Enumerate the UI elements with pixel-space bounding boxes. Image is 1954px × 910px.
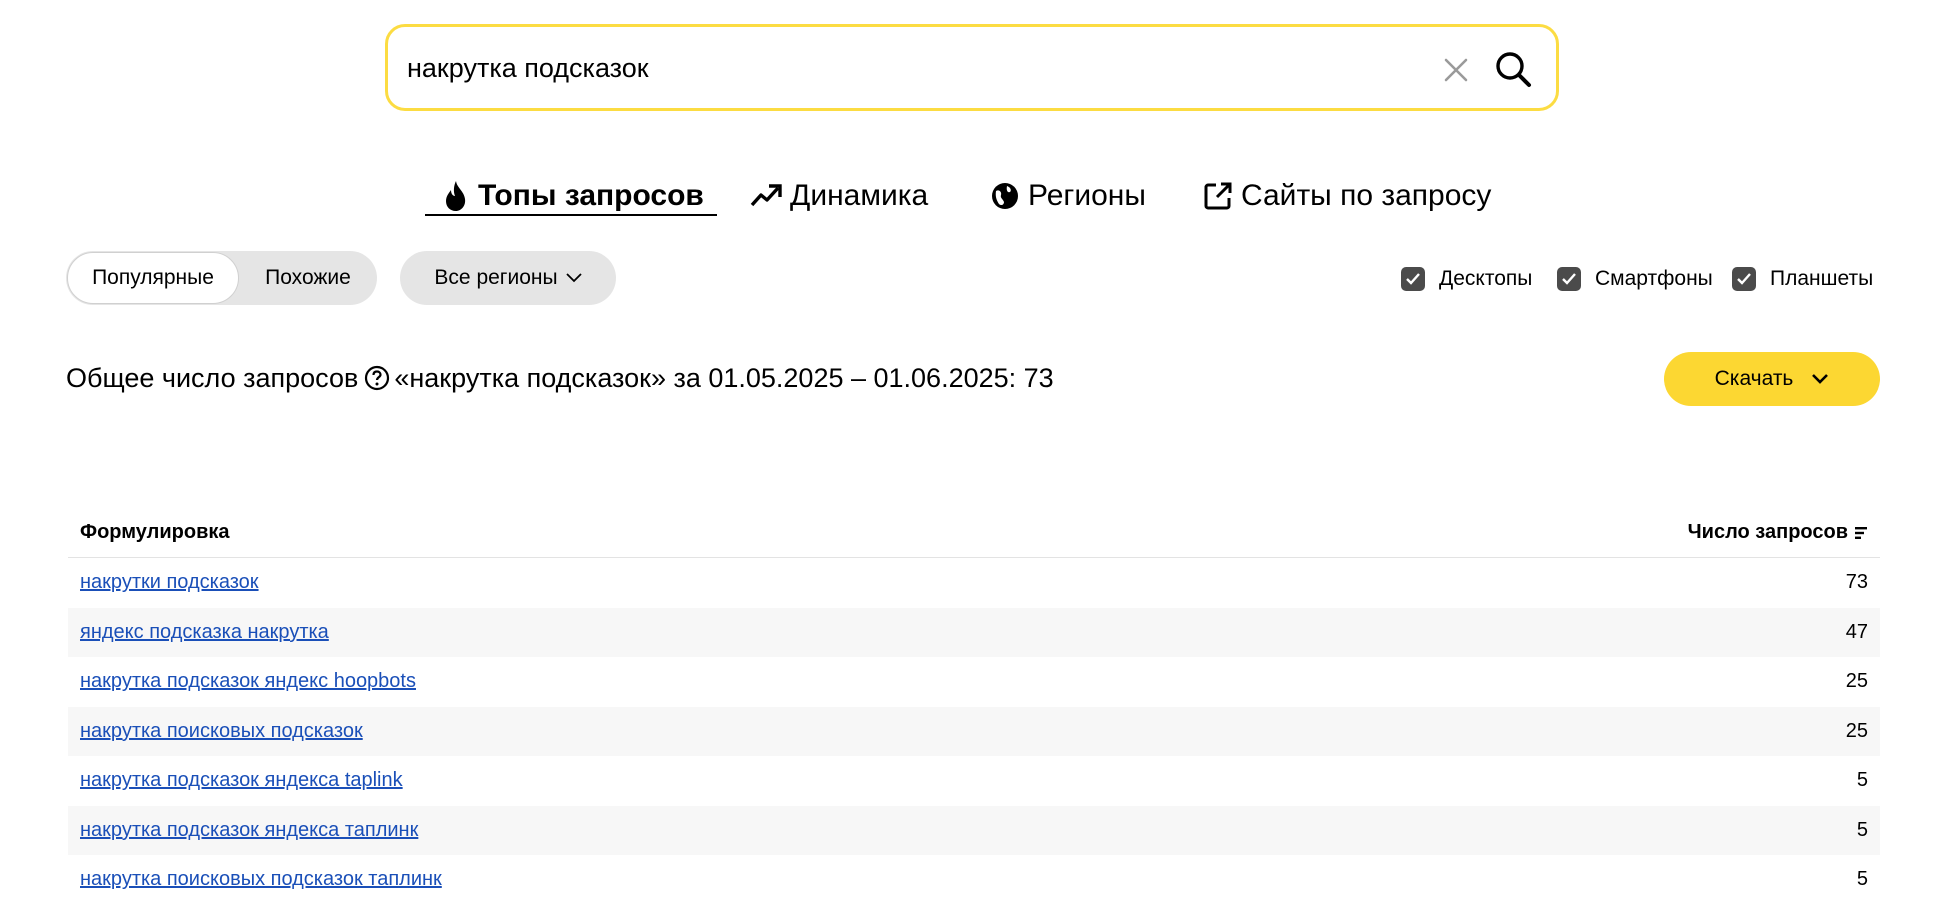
clear-button[interactable] [1435,49,1477,91]
table-row: накрутка поисковых подсказок 25 [68,706,1880,756]
query-link[interactable]: накрутка подсказок яндекса таплинк [80,819,418,842]
column-count-label: Число запросов [1687,521,1848,543]
device-filters: Десктопы Смартфоны Планшеты [0,266,1954,292]
query-count: 25 [1845,670,1868,693]
tab-regions[interactable]: Регионы [990,170,1146,222]
globe-icon [992,183,1018,209]
checkbox-checked-icon [1557,267,1581,291]
summary-text: «накрутка подсказок» за 01.05.2025 – 01.… [394,362,1054,393]
total-summary: Общее число запросов «накрутка подсказок… [66,360,1054,396]
query-link[interactable]: накрутки подсказок [80,571,259,594]
query-count: 5 [1856,769,1868,792]
checkbox-checked-icon [1401,267,1425,291]
query-link[interactable]: яндекс подсказка накрутка [80,621,329,644]
tab-sites[interactable]: Сайты по запросу [1203,170,1491,222]
sort-icon [1855,526,1867,539]
search-input[interactable] [407,51,1387,85]
table-row: накрутка подсказок яндекс hoopbots 25 [68,657,1880,707]
device-label: Планшеты [1770,267,1874,290]
table-row: накрутки подсказок 73 [68,558,1880,608]
download-label: Скачать [1714,367,1794,390]
tab-label: Сайты по запросу [1241,179,1492,212]
tabs-bar: Топы запросов Динамика Регионы Сайты по … [0,170,1954,222]
query-count: 5 [1856,818,1868,841]
query-link[interactable]: накрутка подсказок яндекс hoopbots [80,670,416,693]
table-row: накрутка подсказок яндекса taplink 5 [68,756,1880,806]
search-icon [1496,52,1531,87]
download-button[interactable]: Скачать [1664,352,1880,406]
query-count: 73 [1845,571,1868,594]
queries-table: Формулировка Число запросов накрутки под… [68,508,1880,905]
fire-icon [446,181,466,211]
query-link[interactable]: накрутка поисковых подсказок [80,720,363,743]
trend-up-icon [750,184,782,207]
device-label: Десктопы [1439,267,1533,290]
query-count: 5 [1856,868,1868,891]
device-label: Смартфоны [1595,267,1713,290]
table-row: яндекс подсказка накрутка 47 [68,607,1880,657]
tab-label: Топы запросов [478,179,704,212]
column-phrase-header: Формулировка [80,521,230,543]
device-smartphone-checkbox[interactable]: Смартфоны [1557,266,1713,292]
close-icon [1444,58,1468,82]
external-link-icon [1204,182,1232,210]
chevron-down-icon [1812,374,1829,384]
search-box [385,24,1559,111]
table-row: накрутка поисковых подсказок таплинк 5 [68,855,1880,905]
page: Топы запросов Динамика Регионы Сайты по … [0,0,1954,910]
table-body: накрутки подсказок 73 яндекс подсказка н… [68,558,1880,905]
device-tablet-checkbox[interactable]: Планшеты [1732,266,1873,292]
tab-dynamics[interactable]: Динамика [750,170,928,222]
summary-prefix: Общее число запросов [66,362,359,393]
active-tab-underline [425,214,717,216]
query-count: 25 [1845,719,1868,742]
query-link[interactable]: накрутка подсказок яндекса taplink [80,769,403,792]
table-row: накрутка подсказок яндекса таплинк 5 [68,805,1880,855]
table-header: Формулировка Число запросов [68,508,1880,558]
device-desktop-checkbox[interactable]: Десктопы [1401,266,1532,292]
help-icon[interactable] [364,365,390,391]
column-count-header[interactable]: Число запросов [1688,521,1868,544]
tab-label: Регионы [1028,179,1146,212]
query-link[interactable]: накрутка поисковых подсказок таплинк [80,868,442,891]
search-button[interactable] [1488,44,1538,94]
query-count: 47 [1845,620,1868,643]
checkbox-checked-icon [1732,267,1756,291]
tab-label: Динамика [790,179,929,212]
